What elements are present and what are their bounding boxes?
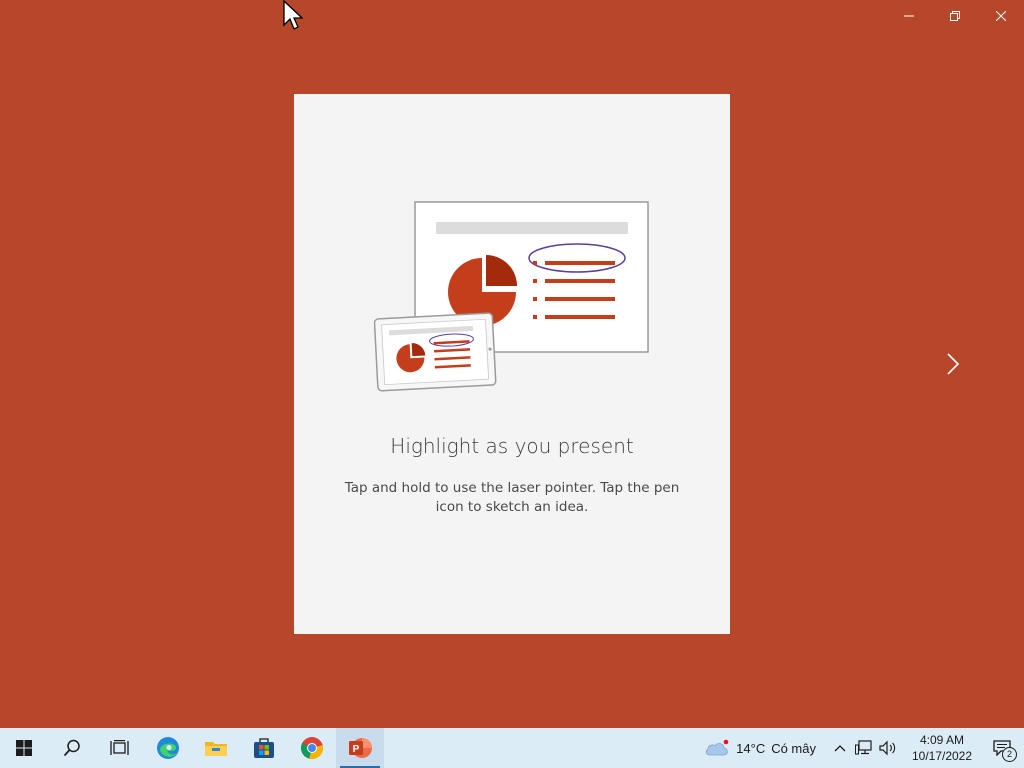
- powerpoint-icon: P: [349, 738, 372, 758]
- store-app[interactable]: [240, 728, 288, 768]
- chevron-up-icon: [834, 745, 846, 752]
- clock[interactable]: 4:09 AM 10/17/2022: [904, 732, 980, 764]
- restore-icon: [950, 11, 960, 21]
- volume-button[interactable]: [876, 728, 900, 768]
- powerpoint-app[interactable]: P: [336, 728, 384, 768]
- chrome-app[interactable]: [288, 728, 336, 768]
- folder-icon: [205, 742, 227, 756]
- svg-text:P: P: [353, 744, 360, 755]
- show-hidden-icons-button[interactable]: [828, 728, 852, 768]
- cloud-icon: [706, 739, 729, 756]
- search-button[interactable]: [48, 728, 96, 768]
- next-slide-button[interactable]: [940, 350, 966, 378]
- window-controls: [886, 0, 1024, 32]
- chevron-right-icon: [947, 353, 959, 375]
- card-description: Tap and hold to use the laser pointer. T…: [344, 480, 680, 515]
- notification-center-button[interactable]: 2: [980, 728, 1024, 768]
- mouse-cursor-icon: [283, 0, 303, 30]
- minimize-icon: [904, 15, 914, 17]
- restore-button[interactable]: [932, 0, 978, 32]
- edge-app[interactable]: [144, 728, 192, 768]
- speaker-icon: [879, 740, 896, 756]
- network-icon: [855, 740, 872, 755]
- store-icon: [254, 738, 274, 758]
- start-button[interactable]: [0, 728, 48, 768]
- close-icon: [996, 11, 1006, 21]
- close-button[interactable]: [978, 0, 1024, 32]
- search-icon: [63, 739, 80, 757]
- task-view-icon: [110, 740, 129, 755]
- card-title: Highlight as you present: [390, 434, 634, 458]
- notification-count-badge: 2: [1002, 747, 1017, 762]
- taskbar: P 14°C Có mây 4:09 AM 10/17/2022 2: [0, 728, 1024, 768]
- chrome-icon: [300, 737, 323, 759]
- network-button[interactable]: [852, 728, 876, 768]
- weather-condition: Có mây: [771, 740, 816, 756]
- clock-date: 10/17/2022: [911, 749, 973, 763]
- intro-card: Highlight as you present Tap and hold to…: [294, 94, 730, 634]
- clock-time: 4:09 AM: [919, 733, 965, 747]
- presentation-illustration: [374, 201, 649, 392]
- weather-widget[interactable]: 14°C Có mây: [704, 739, 816, 757]
- minimize-button[interactable]: [886, 0, 932, 32]
- windows-logo-icon: [16, 740, 32, 756]
- task-view-button[interactable]: [96, 728, 144, 768]
- file-explorer-app[interactable]: [192, 728, 240, 768]
- edge-icon: [157, 737, 179, 759]
- weather-temp: 14°C: [736, 740, 766, 756]
- system-tray: 14°C Có mây 4:09 AM 10/17/2022 2: [704, 728, 1024, 768]
